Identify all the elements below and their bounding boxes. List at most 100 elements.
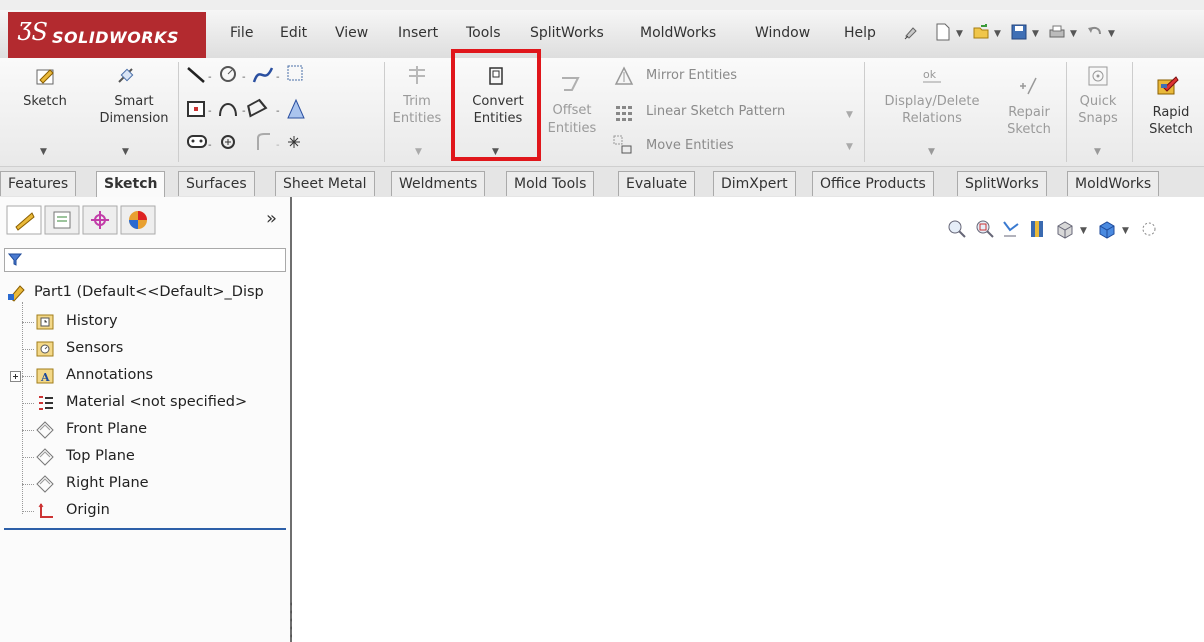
panel-expand-button[interactable]: » bbox=[266, 208, 277, 229]
menu-file[interactable]: File bbox=[230, 25, 253, 41]
expand-plus-icon[interactable] bbox=[10, 371, 21, 382]
display-delete-relations-label-1[interactable]: Display/Delete bbox=[872, 94, 992, 110]
sketch-dropdown-icon[interactable]: ▼ bbox=[40, 147, 47, 157]
tab-features[interactable]: Features bbox=[0, 171, 77, 196]
quick-snaps-dropdown-icon[interactable]: ▼ bbox=[1094, 147, 1101, 157]
menu-moldworks[interactable]: MoldWorks bbox=[640, 25, 716, 41]
view-orientation-dropdown-icon[interactable]: ▼ bbox=[1080, 226, 1087, 236]
smart-dimension-label-2[interactable]: Dimension bbox=[96, 111, 172, 127]
sketch-button[interactable]: Sketch bbox=[18, 94, 72, 110]
centerline-icon bbox=[288, 136, 300, 148]
new-document-icon[interactable] bbox=[934, 22, 952, 42]
display-manager-tab-icon[interactable] bbox=[120, 205, 156, 235]
rollback-bar[interactable] bbox=[4, 528, 286, 530]
menu-view[interactable]: View bbox=[335, 25, 368, 41]
smart-dimension-dropdown-icon[interactable]: ▼ bbox=[122, 147, 129, 157]
tab-evaluate[interactable]: Evaluate bbox=[618, 171, 696, 196]
plane-icon bbox=[36, 475, 54, 493]
filter-icon[interactable] bbox=[8, 252, 22, 266]
history-icon bbox=[36, 314, 54, 330]
print-dropdown-icon[interactable]: ▼ bbox=[1070, 29, 1077, 39]
ds-logo-mark: ƷS bbox=[18, 18, 48, 46]
undo-dropdown-icon[interactable]: ▼ bbox=[1108, 29, 1115, 39]
zoom-to-fit-icon[interactable] bbox=[946, 218, 968, 240]
move-dropdown-icon[interactable]: ▼ bbox=[846, 142, 853, 152]
configuration-manager-tab-icon[interactable] bbox=[82, 205, 118, 235]
tab-dimxpert[interactable]: DimXpert bbox=[713, 171, 796, 196]
display-style-dropdown-icon[interactable]: ▼ bbox=[1122, 226, 1129, 236]
plane-icon bbox=[36, 448, 54, 466]
open-dropdown-icon[interactable]: ▼ bbox=[994, 29, 1001, 39]
previous-view-icon[interactable] bbox=[1000, 218, 1022, 240]
origin-icon bbox=[38, 503, 53, 518]
line-icon bbox=[187, 67, 205, 83]
rapid-sketch-label-2[interactable]: Sketch bbox=[1138, 122, 1204, 138]
part-root-item[interactable]: Part1 (Default<<Default>_Disp bbox=[34, 284, 264, 300]
section-view-icon[interactable] bbox=[1027, 218, 1049, 240]
print-icon[interactable] bbox=[1048, 22, 1066, 42]
rapid-sketch-label-1[interactable]: Rapid bbox=[1138, 105, 1204, 121]
sketch-icon[interactable] bbox=[34, 64, 58, 88]
repair-sketch-label-1[interactable]: Repair bbox=[1000, 105, 1058, 121]
pin-icon[interactable] bbox=[902, 22, 920, 42]
menu-tools[interactable]: Tools bbox=[466, 25, 501, 41]
part-icon bbox=[8, 285, 25, 302]
undo-icon[interactable] bbox=[1086, 22, 1104, 42]
property-manager-tab-icon[interactable] bbox=[44, 205, 80, 235]
ribbon-separator bbox=[1132, 62, 1133, 162]
tab-moldworks[interactable]: MoldWorks bbox=[1067, 171, 1160, 196]
menu-help[interactable]: Help bbox=[844, 25, 876, 41]
new-dropdown-icon[interactable]: ▼ bbox=[956, 29, 963, 39]
relations-dropdown-icon[interactable]: ▼ bbox=[928, 147, 935, 157]
svg-text:A: A bbox=[40, 371, 50, 384]
tab-sheet-metal[interactable]: Sheet Metal bbox=[275, 171, 375, 196]
hide-show-items-icon[interactable] bbox=[1138, 218, 1160, 240]
tab-office-products[interactable]: Office Products bbox=[812, 171, 934, 196]
arc-icon bbox=[219, 103, 237, 117]
repair-sketch-label-2[interactable]: Sketch bbox=[1000, 122, 1058, 138]
trim-entities-label-2: Entities bbox=[392, 111, 442, 126]
feature-manager-tab-icon[interactable] bbox=[6, 205, 42, 235]
open-folder-icon[interactable] bbox=[972, 22, 990, 42]
move-entities-label[interactable]: Move Entities bbox=[646, 138, 734, 153]
move-entities-icon[interactable] bbox=[612, 134, 634, 156]
smart-dimension-icon[interactable] bbox=[114, 64, 138, 88]
menu-window[interactable]: Window bbox=[755, 25, 810, 41]
quick-snaps-label-2[interactable]: Snaps bbox=[1070, 111, 1126, 127]
tab-splitworks[interactable]: SplitWorks bbox=[957, 171, 1047, 196]
display-style-icon[interactable] bbox=[1096, 218, 1118, 240]
rapid-sketch-icon[interactable] bbox=[1156, 74, 1180, 98]
save-dropdown-icon[interactable]: ▼ bbox=[1032, 29, 1039, 39]
pattern-dropdown-icon[interactable]: ▼ bbox=[846, 110, 853, 120]
menu-insert[interactable]: Insert bbox=[398, 25, 438, 41]
tab-surfaces[interactable]: Surfaces bbox=[178, 171, 255, 196]
filter-input[interactable] bbox=[4, 248, 286, 272]
tree-item-label: Top Plane bbox=[66, 448, 135, 464]
display-delete-relations-label-2[interactable]: Relations bbox=[872, 111, 992, 127]
display-delete-relations-icon[interactable]: ok bbox=[920, 64, 944, 88]
smart-dimension-label-1[interactable]: Smart bbox=[96, 94, 172, 110]
quick-snaps-label-1[interactable]: Quick bbox=[1070, 94, 1126, 110]
save-icon[interactable] bbox=[1010, 22, 1028, 42]
sensors-icon bbox=[36, 341, 54, 357]
quick-snaps-icon[interactable] bbox=[1086, 64, 1110, 88]
tree-item-label: Annotations bbox=[66, 367, 154, 383]
menu-splitworks[interactable]: SplitWorks bbox=[530, 25, 604, 41]
repair-sketch-icon[interactable] bbox=[1016, 74, 1040, 98]
svg-text:-: - bbox=[208, 106, 212, 117]
tab-mold-tools[interactable]: Mold Tools bbox=[506, 171, 595, 196]
view-orientation-icon[interactable] bbox=[1054, 218, 1076, 240]
tree-connector bbox=[22, 302, 24, 514]
fillet-icon bbox=[257, 133, 270, 150]
sketch-entity-tools[interactable]: - - - - - - - - bbox=[184, 62, 364, 162]
tree-item-label: Origin bbox=[66, 502, 110, 518]
graphics-area[interactable] bbox=[292, 197, 1204, 642]
zoom-area-icon[interactable] bbox=[974, 218, 996, 240]
linear-sketch-pattern-label[interactable]: Linear Sketch Pattern bbox=[646, 104, 785, 119]
tab-weldments[interactable]: Weldments bbox=[391, 171, 486, 196]
text-icon bbox=[287, 98, 305, 119]
offset-entities-icon bbox=[562, 77, 580, 91]
tab-sketch[interactable]: Sketch bbox=[96, 171, 166, 198]
menu-edit[interactable]: Edit bbox=[280, 25, 307, 41]
linear-sketch-pattern-icon[interactable] bbox=[614, 103, 634, 123]
